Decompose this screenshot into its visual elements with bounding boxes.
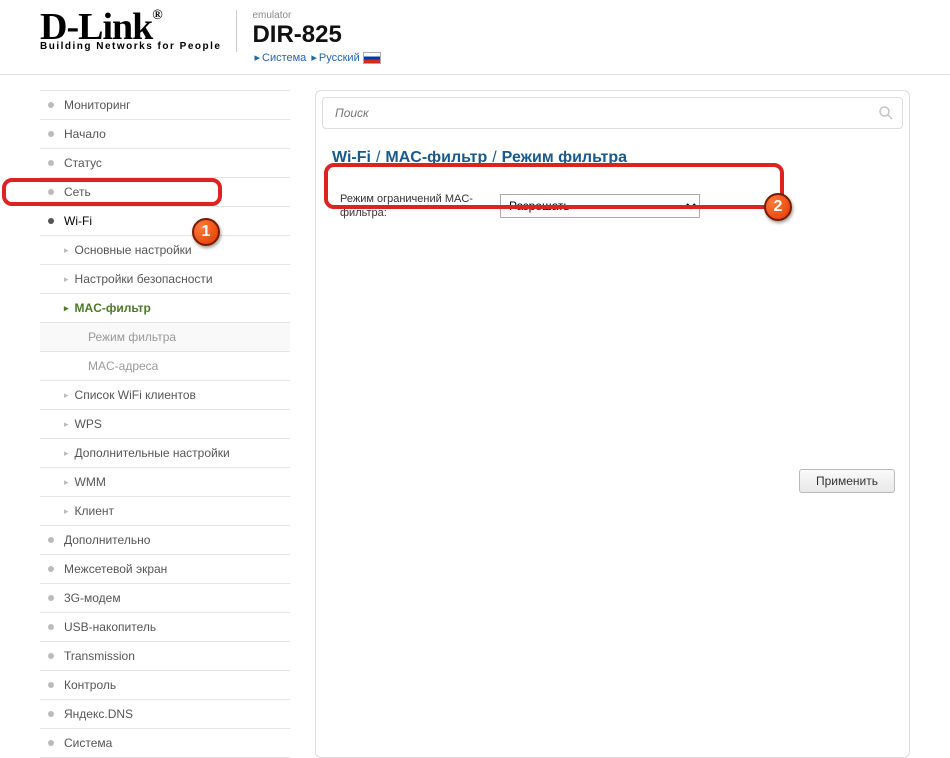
bc-lang[interactable]: Русский	[319, 52, 360, 64]
nav-wifi-advanced[interactable]: ▸Дополнительные настройки	[40, 439, 290, 468]
nav-status[interactable]: Статус	[40, 149, 290, 178]
nav-wifi-basic[interactable]: ▸Основные настройки	[40, 236, 290, 265]
annotation-number-2: 2	[764, 193, 792, 221]
nav-advanced[interactable]: Дополнительно	[40, 526, 290, 555]
nav-wifi-mac-filter[interactable]: ▸MAC-фильтр	[40, 294, 290, 323]
nav-wifi-mac-filter-mode[interactable]: Режим фильтра	[40, 323, 290, 352]
nav-start[interactable]: Начало	[40, 120, 290, 149]
apply-button[interactable]: Применить	[799, 469, 895, 493]
nav-transmission[interactable]: Transmission	[40, 642, 290, 671]
logo-text: D-Link®	[40, 10, 221, 44]
main-panel: Wi-Fi/MAC-фильтр/Режим фильтра Режим огр…	[315, 90, 910, 758]
logo: D-Link® Building Networks for People	[40, 10, 237, 52]
model-name: DIR-825	[252, 21, 380, 49]
header: D-Link® Building Networks for People emu…	[0, 0, 950, 75]
sidebar: Мониторинг Начало Статус Сеть Wi-Fi ▸Осн…	[40, 90, 290, 758]
logo-tagline: Building Networks for People	[40, 41, 221, 52]
nav-wifi-clients[interactable]: ▸Список WiFi клиентов	[40, 381, 290, 410]
search-input[interactable]	[331, 102, 878, 124]
nav-system[interactable]: Система	[40, 729, 290, 758]
nav-usb[interactable]: USB-накопитель	[40, 613, 290, 642]
nav-wifi-wps[interactable]: ▸WPS	[40, 410, 290, 439]
nav-network[interactable]: Сеть	[40, 178, 290, 207]
emulator-label: emulator	[252, 10, 380, 21]
flag-icon[interactable]	[363, 52, 381, 64]
search-box[interactable]	[322, 97, 903, 129]
nav-wifi-security[interactable]: ▸Настройки безопасности	[40, 265, 290, 294]
nav-wifi[interactable]: Wi-Fi	[40, 207, 290, 236]
nav-3g-modem[interactable]: 3G-модем	[40, 584, 290, 613]
mac-filter-mode-label: Режим ограничений MAC-фильтра:	[340, 192, 480, 221]
page-title: Wi-Fi/MAC-фильтр/Режим фильтра	[322, 144, 903, 182]
mac-filter-mode-row: Режим ограничений MAC-фильтра: Разрешать	[322, 182, 903, 231]
nav-wifi-client[interactable]: ▸Клиент	[40, 497, 290, 526]
annotation-number-1: 1	[192, 218, 220, 246]
nav-control[interactable]: Контроль	[40, 671, 290, 700]
nav-monitoring[interactable]: Мониторинг	[40, 91, 290, 120]
bc-system[interactable]: Система	[262, 52, 306, 64]
title-area: emulator DIR-825 ▸Система ▸Русский	[237, 10, 380, 64]
nav-firewall[interactable]: Межсетевой экран	[40, 555, 290, 584]
search-icon	[878, 105, 894, 121]
nav-yandexdns[interactable]: Яндекс.DNS	[40, 700, 290, 729]
mac-filter-mode-select[interactable]: Разрешать	[500, 194, 700, 218]
nav-wifi-wmm[interactable]: ▸WMM	[40, 468, 290, 497]
nav-wifi-mac-addresses[interactable]: MAC-адреса	[40, 352, 290, 381]
header-breadcrumb: ▸Система ▸Русский	[252, 51, 380, 64]
